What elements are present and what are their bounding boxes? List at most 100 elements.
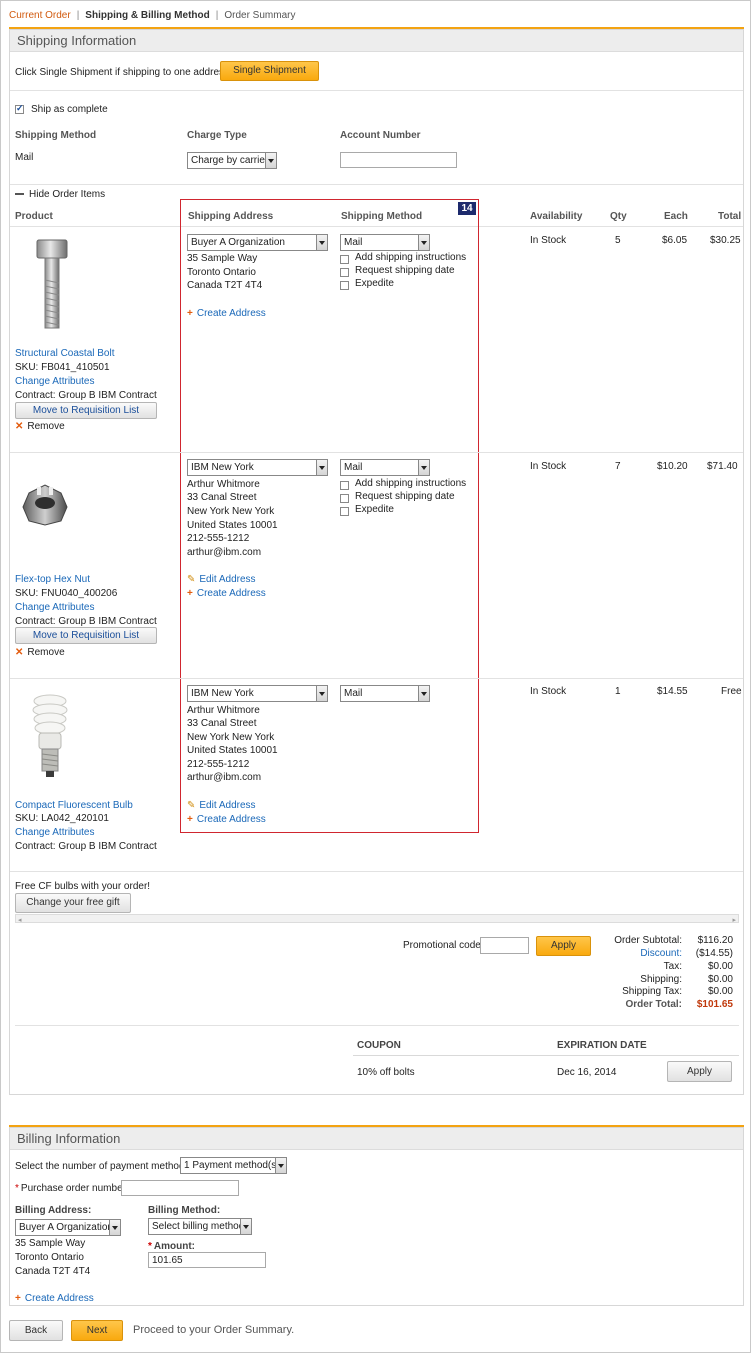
product-link[interactable]: Structural Coastal Bolt bbox=[15, 348, 115, 359]
item-shipping-method-select[interactable]: Mail bbox=[340, 685, 430, 702]
col-qty: Qty bbox=[610, 211, 627, 222]
billing-title: Billing Information bbox=[10, 1128, 743, 1150]
shipping-address-value: IBM New York bbox=[191, 462, 254, 473]
amount-input[interactable]: 101.65 bbox=[148, 1252, 266, 1268]
address-line: Arthur Whitmore bbox=[187, 479, 260, 490]
promo-apply-button[interactable]: Apply bbox=[536, 936, 591, 956]
address-line: arthur@ibm.com bbox=[187, 547, 262, 558]
billing-address-select[interactable]: Buyer A Organization bbox=[15, 1219, 121, 1236]
change-free-gift-button[interactable]: Change your free gift bbox=[15, 893, 131, 913]
create-address-link[interactable]: + Create Address bbox=[187, 588, 266, 599]
divider bbox=[10, 90, 743, 91]
move-to-requisition-button[interactable]: Move to Requisition List bbox=[15, 627, 157, 644]
edit-address-link[interactable]: ✎ Edit Address bbox=[187, 574, 256, 585]
expedite-checkbox[interactable] bbox=[340, 281, 349, 290]
shipping-address-select[interactable]: IBM New York bbox=[187, 685, 328, 702]
breadcrumb-current-order[interactable]: Current Order bbox=[9, 10, 71, 21]
create-address-link[interactable]: + Create Address bbox=[187, 814, 266, 825]
remove-icon: ✕ bbox=[15, 647, 24, 658]
plus-icon: + bbox=[15, 1293, 21, 1304]
product-sku: SKU: FNU040_400206 bbox=[15, 588, 118, 599]
product-link[interactable]: Compact Fluorescent Bulb bbox=[15, 800, 133, 811]
tax-value: $0.00 bbox=[707, 961, 733, 972]
subtotal-value: $116.20 bbox=[697, 935, 733, 946]
free-gift-text: Free CF bulbs with your order! bbox=[15, 881, 151, 892]
discount-link[interactable]: Discount: bbox=[600, 948, 682, 959]
subtotal-label: Order Subtotal: bbox=[614, 935, 682, 946]
hide-order-items-toggle[interactable]: Hide Order Items bbox=[15, 189, 105, 200]
shipping-title: Shipping Information bbox=[10, 30, 743, 52]
shipping-tax-value: $0.00 bbox=[707, 986, 733, 997]
product-contract: Contract: Group B IBM Contract bbox=[15, 390, 157, 401]
create-address-link[interactable]: + Create Address bbox=[187, 308, 266, 319]
item-shipping-method-select[interactable]: Mail bbox=[340, 459, 430, 476]
chevron-down-icon bbox=[240, 1219, 251, 1234]
change-attributes-link[interactable]: Change Attributes bbox=[15, 827, 95, 838]
billing-address-label: Billing Address: bbox=[15, 1205, 92, 1216]
po-number-input[interactable] bbox=[121, 1180, 239, 1196]
billing-method-select[interactable]: Select billing method bbox=[148, 1218, 252, 1235]
change-attributes-link[interactable]: Change Attributes bbox=[15, 376, 95, 387]
shipping-instructions-checkbox[interactable] bbox=[340, 481, 349, 490]
chevron-down-icon bbox=[418, 686, 429, 701]
single-shipment-prompt: Click Single Shipment if shipping to one… bbox=[15, 67, 230, 78]
remove-label: Remove bbox=[27, 421, 65, 432]
item-shipping-method-value: Mail bbox=[344, 237, 363, 248]
amount-text: Amount: bbox=[153, 1241, 196, 1252]
charge-type-select[interactable]: Charge by carrier bbox=[187, 152, 277, 169]
col-each: Each bbox=[664, 211, 688, 222]
change-attributes-link[interactable]: Change Attributes bbox=[15, 602, 95, 613]
hex-nut-image bbox=[22, 484, 68, 526]
request-date-checkbox[interactable] bbox=[340, 494, 349, 503]
ship-complete-checkbox[interactable] bbox=[15, 103, 24, 114]
address-line: 33 Canal Street bbox=[187, 718, 257, 729]
address-line: Arthur Whitmore bbox=[187, 705, 260, 716]
billing-create-address-link[interactable]: + Create Address bbox=[15, 1293, 94, 1304]
line-total: $30.25 bbox=[710, 235, 741, 246]
address-line: arthur@ibm.com bbox=[187, 772, 262, 783]
shipping-address-select[interactable]: IBM New York bbox=[187, 459, 328, 476]
coupon-expiration: Dec 16, 2014 bbox=[557, 1067, 617, 1078]
required-icon: * bbox=[148, 1241, 152, 1252]
product-link[interactable]: Flex-top Hex Nut bbox=[15, 574, 90, 585]
pencil-icon: ✎ bbox=[187, 800, 196, 811]
move-to-requisition-button[interactable]: Move to Requisition List bbox=[15, 402, 157, 419]
required-icon: * bbox=[15, 1183, 19, 1194]
divider bbox=[10, 678, 743, 679]
expedite-label: Expedite bbox=[355, 278, 394, 289]
scroll-left-icon: ◂ bbox=[18, 917, 22, 924]
account-number-input[interactable] bbox=[340, 152, 457, 168]
address-line: 33 Canal Street bbox=[187, 492, 257, 503]
edit-address-link[interactable]: ✎ Edit Address bbox=[187, 800, 256, 811]
shipping-address-select[interactable]: Buyer A Organization bbox=[187, 234, 328, 251]
horizontal-scrollbar[interactable]: ◂ ▸ bbox=[15, 914, 739, 924]
col-shipping-method: Shipping Method bbox=[15, 130, 97, 141]
address-line: 35 Sample Way bbox=[187, 253, 258, 264]
billing-method-value: Select billing method bbox=[152, 1221, 245, 1232]
breadcrumb-order-summary[interactable]: Order Summary bbox=[224, 10, 295, 21]
single-shipment-button[interactable]: Single Shipment bbox=[220, 61, 319, 81]
create-address-label: Create Address bbox=[24, 1293, 94, 1304]
divider bbox=[10, 452, 743, 453]
item-shipping-method-select[interactable]: Mail bbox=[340, 234, 430, 251]
promo-code-input[interactable] bbox=[480, 937, 529, 954]
shipping-method-value: Mail bbox=[15, 152, 34, 163]
bolt-image bbox=[36, 239, 68, 329]
divider bbox=[10, 184, 743, 185]
product-sku: SKU: LA042_420101 bbox=[15, 813, 109, 824]
divider bbox=[15, 1025, 739, 1026]
create-address-label: Create Address bbox=[196, 588, 266, 599]
qty: 7 bbox=[615, 461, 621, 472]
address-line: New York New York bbox=[187, 506, 275, 517]
line-total: $71.40 bbox=[707, 461, 738, 472]
back-button[interactable]: Back bbox=[9, 1320, 63, 1341]
expedite-checkbox[interactable] bbox=[340, 507, 349, 516]
remove-link[interactable]: ✕ Remove bbox=[15, 647, 65, 658]
tax-label: Tax: bbox=[663, 961, 682, 972]
next-button[interactable]: Next bbox=[71, 1320, 123, 1341]
request-date-checkbox[interactable] bbox=[340, 268, 349, 277]
shipping-instructions-checkbox[interactable] bbox=[340, 255, 349, 264]
coupon-apply-button[interactable]: Apply bbox=[667, 1061, 732, 1082]
payment-methods-select[interactable]: 1 Payment method(s) bbox=[180, 1157, 287, 1174]
remove-link[interactable]: ✕ Remove bbox=[15, 421, 65, 432]
